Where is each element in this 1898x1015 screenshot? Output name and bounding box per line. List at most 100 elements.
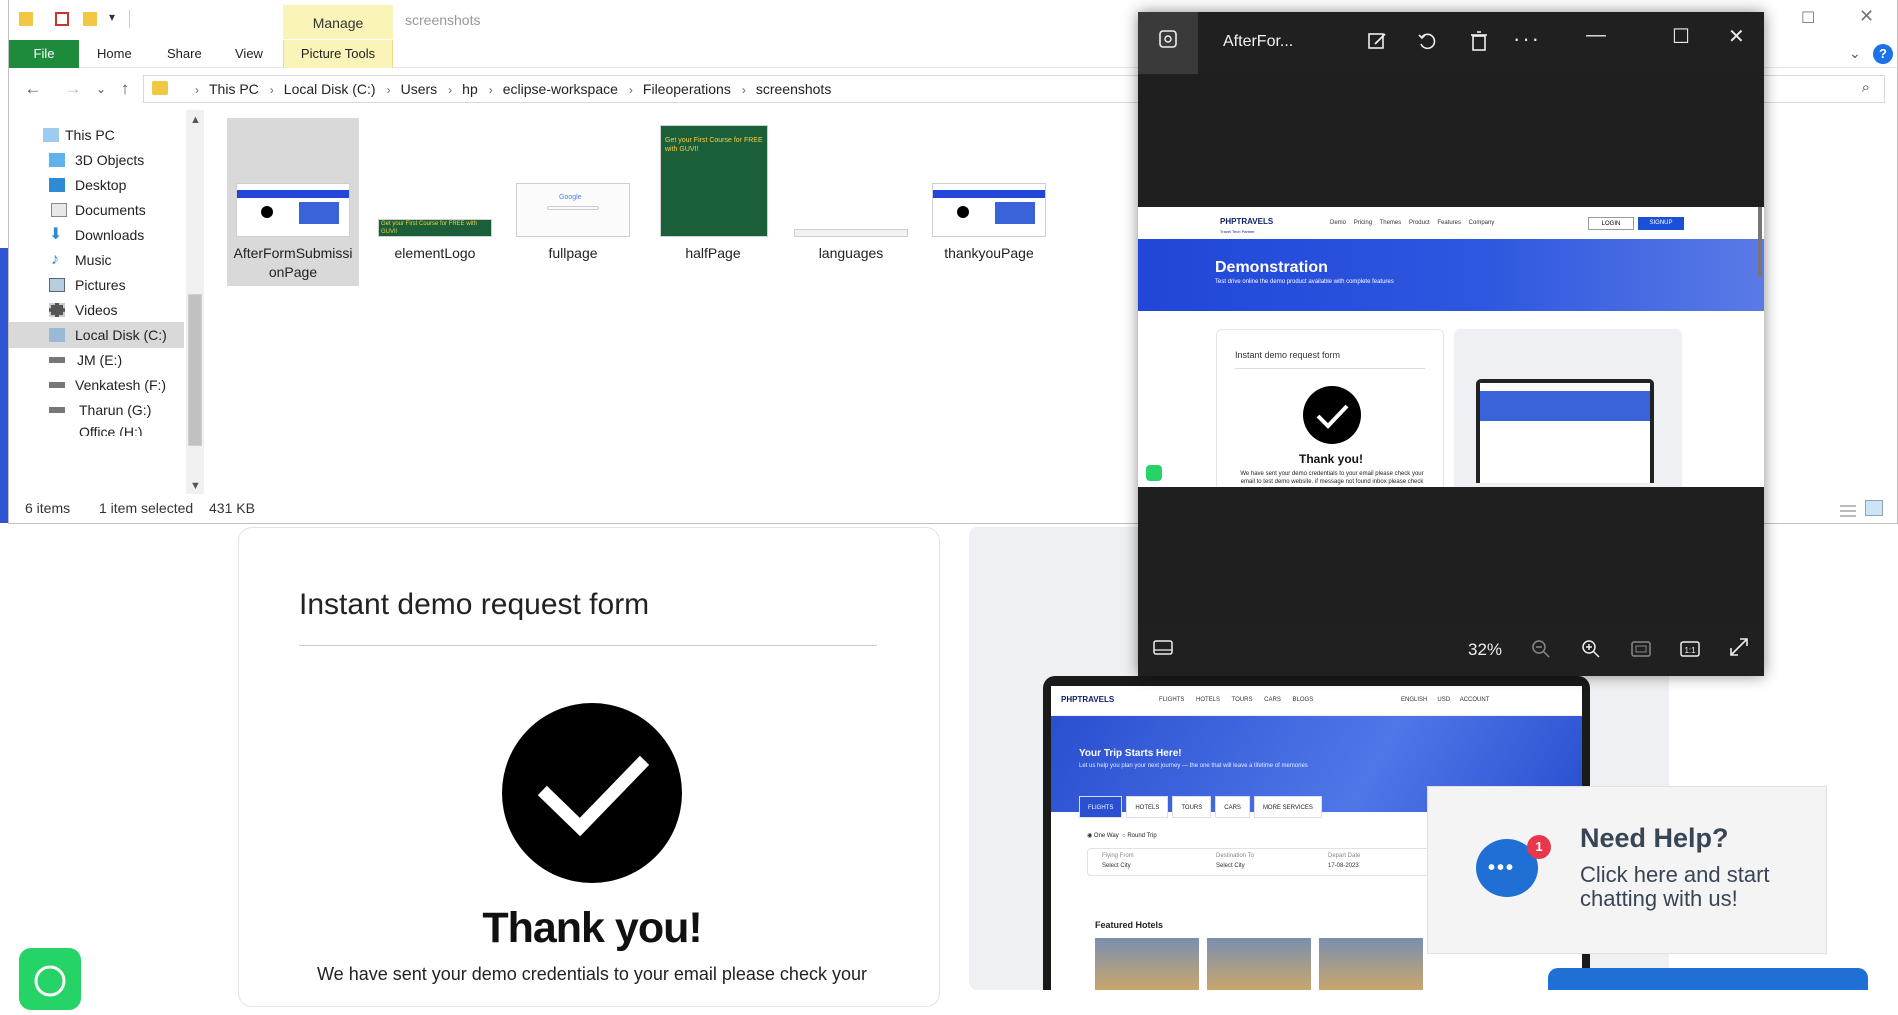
maximize-icon[interactable]: ☐ [1801,8,1815,28]
tab-cars[interactable]: CARS [1215,796,1250,818]
file-item[interactable]: Get your First Course for FREE with GUVI… [369,118,501,286]
nav-pictures[interactable]: Pictures [9,272,184,298]
zoom-out-icon[interactable] [1530,638,1552,666]
nav-documents[interactable]: Documents [9,197,184,223]
image-scrollbar[interactable] [1758,207,1762,277]
file-item[interactable]: languages [785,118,917,286]
breadcrumb-item[interactable]: Users [401,76,438,102]
hotel-image[interactable] [1095,938,1199,990]
nav-scrollbar[interactable]: ▲ ▼ [186,110,204,494]
help-icon[interactable]: ? [1873,44,1893,64]
img-laptop [1476,379,1654,483]
whatsapp-icon[interactable] [19,948,81,1010]
depart-input[interactable]: 17-08-2023 [1328,863,1359,869]
tab-home[interactable]: Home [97,40,132,68]
maximize-icon[interactable]: ☐ [1672,24,1690,49]
laptop-menu-item[interactable]: FLIGHTS [1159,697,1184,703]
computer-icon [43,128,59,142]
see-all-photos-button[interactable] [1138,12,1198,74]
tab-view[interactable]: View [235,40,263,68]
breadcrumb-item[interactable]: screenshots [756,76,831,102]
breadcrumb-item[interactable]: hp [462,76,478,102]
breadcrumb-item[interactable]: This PC [209,76,259,102]
scroll-up-icon[interactable]: ▲ [190,114,201,126]
scroll-thumb[interactable] [189,295,201,445]
file-item[interactable]: Get your First Course for FREE with GUVI… [647,118,779,286]
hotel-image[interactable] [1319,938,1423,990]
account-menu[interactable]: ACCOUNT [1460,697,1490,703]
chat-bar[interactable] [1548,968,1868,990]
filmstrip-icon[interactable] [1152,638,1174,664]
nav-local-disk-c[interactable]: Local Disk (C:) [9,322,184,348]
back-icon[interactable]: ← [23,79,43,99]
search-icon[interactable]: ⌕ [1862,79,1870,96]
tab-hotels[interactable]: HOTELS [1126,796,1169,818]
properties-icon[interactable] [55,12,69,26]
currency-select[interactable]: USD [1437,697,1450,703]
img-menu-item: Company [1468,220,1495,226]
tab-flights[interactable]: FLIGHTS [1079,796,1123,818]
actual-size-icon[interactable]: 1:1 [1679,638,1701,666]
file-item[interactable]: thankyouPage [923,118,1055,286]
nav-3d-objects[interactable]: 3D Objects [9,147,184,173]
minimize-icon[interactable]: — [1586,24,1606,47]
img-navbar: PHPTRAVELS Travel Tech Partner Demo Prici… [1138,207,1764,239]
scroll-down-icon[interactable]: ▼ [190,480,201,492]
one-way-radio[interactable]: One Way [1094,833,1119,839]
edit-image-icon[interactable] [1366,30,1388,58]
file-item[interactable]: AfterFormSubmissionPage [227,118,359,286]
tab-file[interactable]: File [9,40,79,68]
fit-to-window-icon[interactable] [1630,638,1652,666]
nav-drive-h[interactable]: Office (H:) [9,422,184,436]
delete-icon[interactable] [1468,30,1490,58]
manage-tab[interactable]: Manage [283,5,393,39]
breadcrumb-item[interactable]: eclipse-workspace [503,76,618,102]
tab-share[interactable]: Share [167,40,202,68]
nav-downloads[interactable]: ⬇ Downloads [9,222,184,248]
breadcrumb-item[interactable]: Local Disk (C:) [284,76,376,102]
notification-badge: 1 [1527,835,1551,859]
laptop-menu-item[interactable]: TOURS [1232,697,1253,703]
large-icons-view-icon[interactable] [1865,500,1883,516]
laptop-menu-item[interactable]: CARS [1264,697,1281,703]
nav-drive-g[interactable]: Tharun (G:) [9,397,184,423]
recent-locations-icon[interactable]: ⌄ [91,82,111,96]
nav-drive-e[interactable]: JM (E:) [9,347,184,373]
tab-picture-tools[interactable]: Picture Tools [283,40,393,68]
full-screen-icon[interactable] [1728,636,1750,664]
file-thumbnail: Get your First Course for FREE with GUVI… [661,126,767,236]
from-input[interactable]: Select City [1102,863,1131,869]
up-icon[interactable]: ↑ [115,79,135,99]
hotel-image[interactable] [1207,938,1311,990]
nav-music[interactable]: ♪ Music [9,247,184,273]
laptop-menu-item[interactable]: BLOGS [1293,697,1314,703]
details-view-icon[interactable] [1839,500,1857,517]
laptop-nav-right: ENGLISH USD ACCOUNT [1401,697,1489,703]
chevron-down-icon[interactable]: ⌄ [1849,45,1861,62]
language-select[interactable]: ENGLISH [1401,697,1427,703]
to-input[interactable]: Select City [1216,863,1245,869]
file-item[interactable]: Google fullpage [507,118,639,286]
forward-icon[interactable]: → [63,79,83,99]
more-options-icon[interactable]: ··· [1513,26,1541,52]
nav-videos[interactable]: Videos [9,297,184,323]
zoom-in-icon[interactable] [1580,638,1602,666]
close-icon[interactable]: ✕ [1859,6,1874,27]
close-icon[interactable]: ✕ [1728,24,1745,49]
tab-more-services[interactable]: MORE SERVICES [1253,796,1322,818]
tab-tours[interactable]: TOURS [1172,796,1212,818]
breadcrumb-item[interactable]: Fileoperations [643,76,731,102]
nav-desktop[interactable]: Desktop [9,172,184,198]
rotate-icon[interactable] [1416,30,1438,58]
customize-toolbar-icon[interactable]: ▾ [109,10,115,24]
new-folder-icon[interactable] [83,12,97,26]
nav-drive-f[interactable]: Venkatesh (F:) [9,372,184,398]
nav-this-pc[interactable]: This PC [9,122,184,148]
laptop-menu-item[interactable]: HOTELS [1196,697,1220,703]
need-help-widget[interactable]: ••• 1 Need Help? Click here and start ch… [1427,786,1827,954]
img-whatsapp-icon [1146,465,1162,481]
img-menu-item: Demo [1330,220,1347,226]
nav-label: This PC [65,127,115,143]
round-trip-radio[interactable]: Round Trip [1127,833,1156,839]
img-signup-button: SIGNUP [1638,217,1684,230]
